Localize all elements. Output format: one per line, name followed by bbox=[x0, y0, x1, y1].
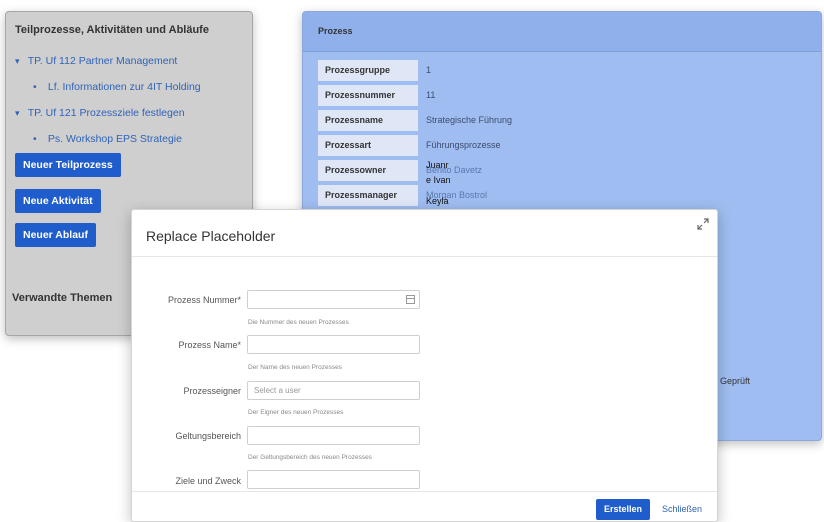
table-row: Prozessgruppe 1 bbox=[318, 58, 818, 83]
process-owner-select[interactable]: Select a user bbox=[247, 381, 420, 400]
suggestion-item[interactable]: Juanr bbox=[426, 160, 486, 171]
property-value: 11 bbox=[426, 90, 436, 100]
field-help: Der Name des neuen Prozesses bbox=[248, 364, 342, 371]
close-button[interactable]: Schließen bbox=[662, 504, 702, 514]
new-subprocess-button[interactable]: Neuer Teilprozess bbox=[15, 153, 121, 177]
replace-placeholder-dialog: Replace Placeholder Prozess Nummer* Die … bbox=[131, 209, 718, 522]
bullet-icon: • bbox=[33, 81, 37, 93]
property-value: Strategische Führung bbox=[426, 115, 513, 125]
expand-icon-graphic bbox=[697, 218, 709, 230]
caret-down-icon[interactable]: ▾ bbox=[15, 48, 25, 74]
table-row: Prozessnummer 11 bbox=[318, 83, 818, 108]
status-text: Geprüft bbox=[720, 376, 751, 386]
divider bbox=[132, 256, 717, 257]
suggestion-item[interactable]: e Ivan bbox=[426, 175, 486, 186]
suggestion-item[interactable]: Keyla bbox=[426, 196, 486, 207]
table-row: Prozessmanager Morgan Bostrol bbox=[318, 183, 818, 208]
tree-item[interactable]: • Ps. Workshop EPS Strategie bbox=[15, 126, 201, 152]
new-activity-button[interactable]: Neue Aktivität bbox=[15, 189, 101, 213]
process-name-input[interactable] bbox=[247, 335, 420, 354]
process-header-title: Prozess bbox=[318, 26, 353, 36]
goals-purpose-input[interactable] bbox=[247, 470, 420, 489]
field-label: Prozess Name* bbox=[178, 340, 241, 350]
tree-item[interactable]: ▾ TP. Uf 112 Partner Management bbox=[15, 48, 201, 74]
field-help: Der Eigner des neuen Prozesses bbox=[248, 409, 344, 416]
table-row: Prozessowner Benito Davetz bbox=[318, 158, 818, 183]
property-value: Führungsprozesse bbox=[426, 140, 501, 150]
dialog-title: Replace Placeholder bbox=[146, 228, 276, 244]
field-label: Prozesseigner bbox=[183, 386, 241, 396]
tree-item-label[interactable]: Lf. Informationen zur 4IT Holding bbox=[48, 81, 201, 93]
create-button[interactable]: Erstellen bbox=[596, 499, 651, 520]
property-label: Prozessnummer bbox=[318, 85, 418, 106]
new-flow-button[interactable]: Neuer Ablauf bbox=[15, 223, 96, 247]
property-label: Prozessname bbox=[318, 110, 418, 131]
field-help: Der Geltungsbereich des neuen Prozesses bbox=[248, 454, 372, 461]
expand-icon[interactable] bbox=[697, 218, 711, 232]
property-label: Prozessart bbox=[318, 135, 418, 156]
footer-divider bbox=[132, 491, 717, 492]
tree-item-label[interactable]: Ps. Workshop EPS Strategie bbox=[48, 133, 182, 145]
tree-item[interactable]: ▾ TP. Uf 121 Prozessziele festlegen bbox=[15, 100, 201, 126]
panel-title: Teilprozesse, Aktivitäten und Abläufe bbox=[15, 24, 209, 36]
tree-item-label[interactable]: TP. Uf 121 Prozessziele festlegen bbox=[28, 107, 185, 119]
field-label: Prozess Nummer* bbox=[167, 295, 241, 305]
table-row: Prozessart Führungsprozesse bbox=[318, 133, 818, 158]
table-row: Prozessname Strategische Führung bbox=[318, 108, 818, 133]
caret-down-icon[interactable]: ▾ bbox=[15, 100, 25, 126]
process-properties-table: Prozessgruppe 1 Prozessnummer 11 Prozess… bbox=[318, 58, 818, 208]
process-tree: ▾ TP. Uf 112 Partner Management • Lf. In… bbox=[15, 48, 201, 152]
calendar-icon[interactable] bbox=[406, 295, 415, 304]
process-header: Prozess bbox=[303, 12, 821, 52]
tree-item-label[interactable]: TP. Uf 112 Partner Management bbox=[28, 55, 178, 67]
process-number-input[interactable] bbox=[247, 290, 420, 309]
scope-input[interactable] bbox=[247, 426, 420, 445]
property-value: 1 bbox=[426, 65, 432, 75]
bullet-icon: • bbox=[33, 133, 37, 145]
related-topics-heading: Verwandte Themen bbox=[12, 292, 113, 304]
property-label: Prozessowner bbox=[318, 160, 418, 181]
field-help: Die Nummer des neuen Prozesses bbox=[248, 319, 349, 326]
property-label: Prozessgruppe bbox=[318, 60, 418, 81]
field-label: Geltungsbereich bbox=[175, 431, 241, 441]
tree-item[interactable]: • Lf. Informationen zur 4IT Holding bbox=[15, 74, 201, 100]
field-label: Ziele und Zweck bbox=[175, 476, 241, 486]
property-label: Prozessmanager bbox=[318, 185, 418, 206]
